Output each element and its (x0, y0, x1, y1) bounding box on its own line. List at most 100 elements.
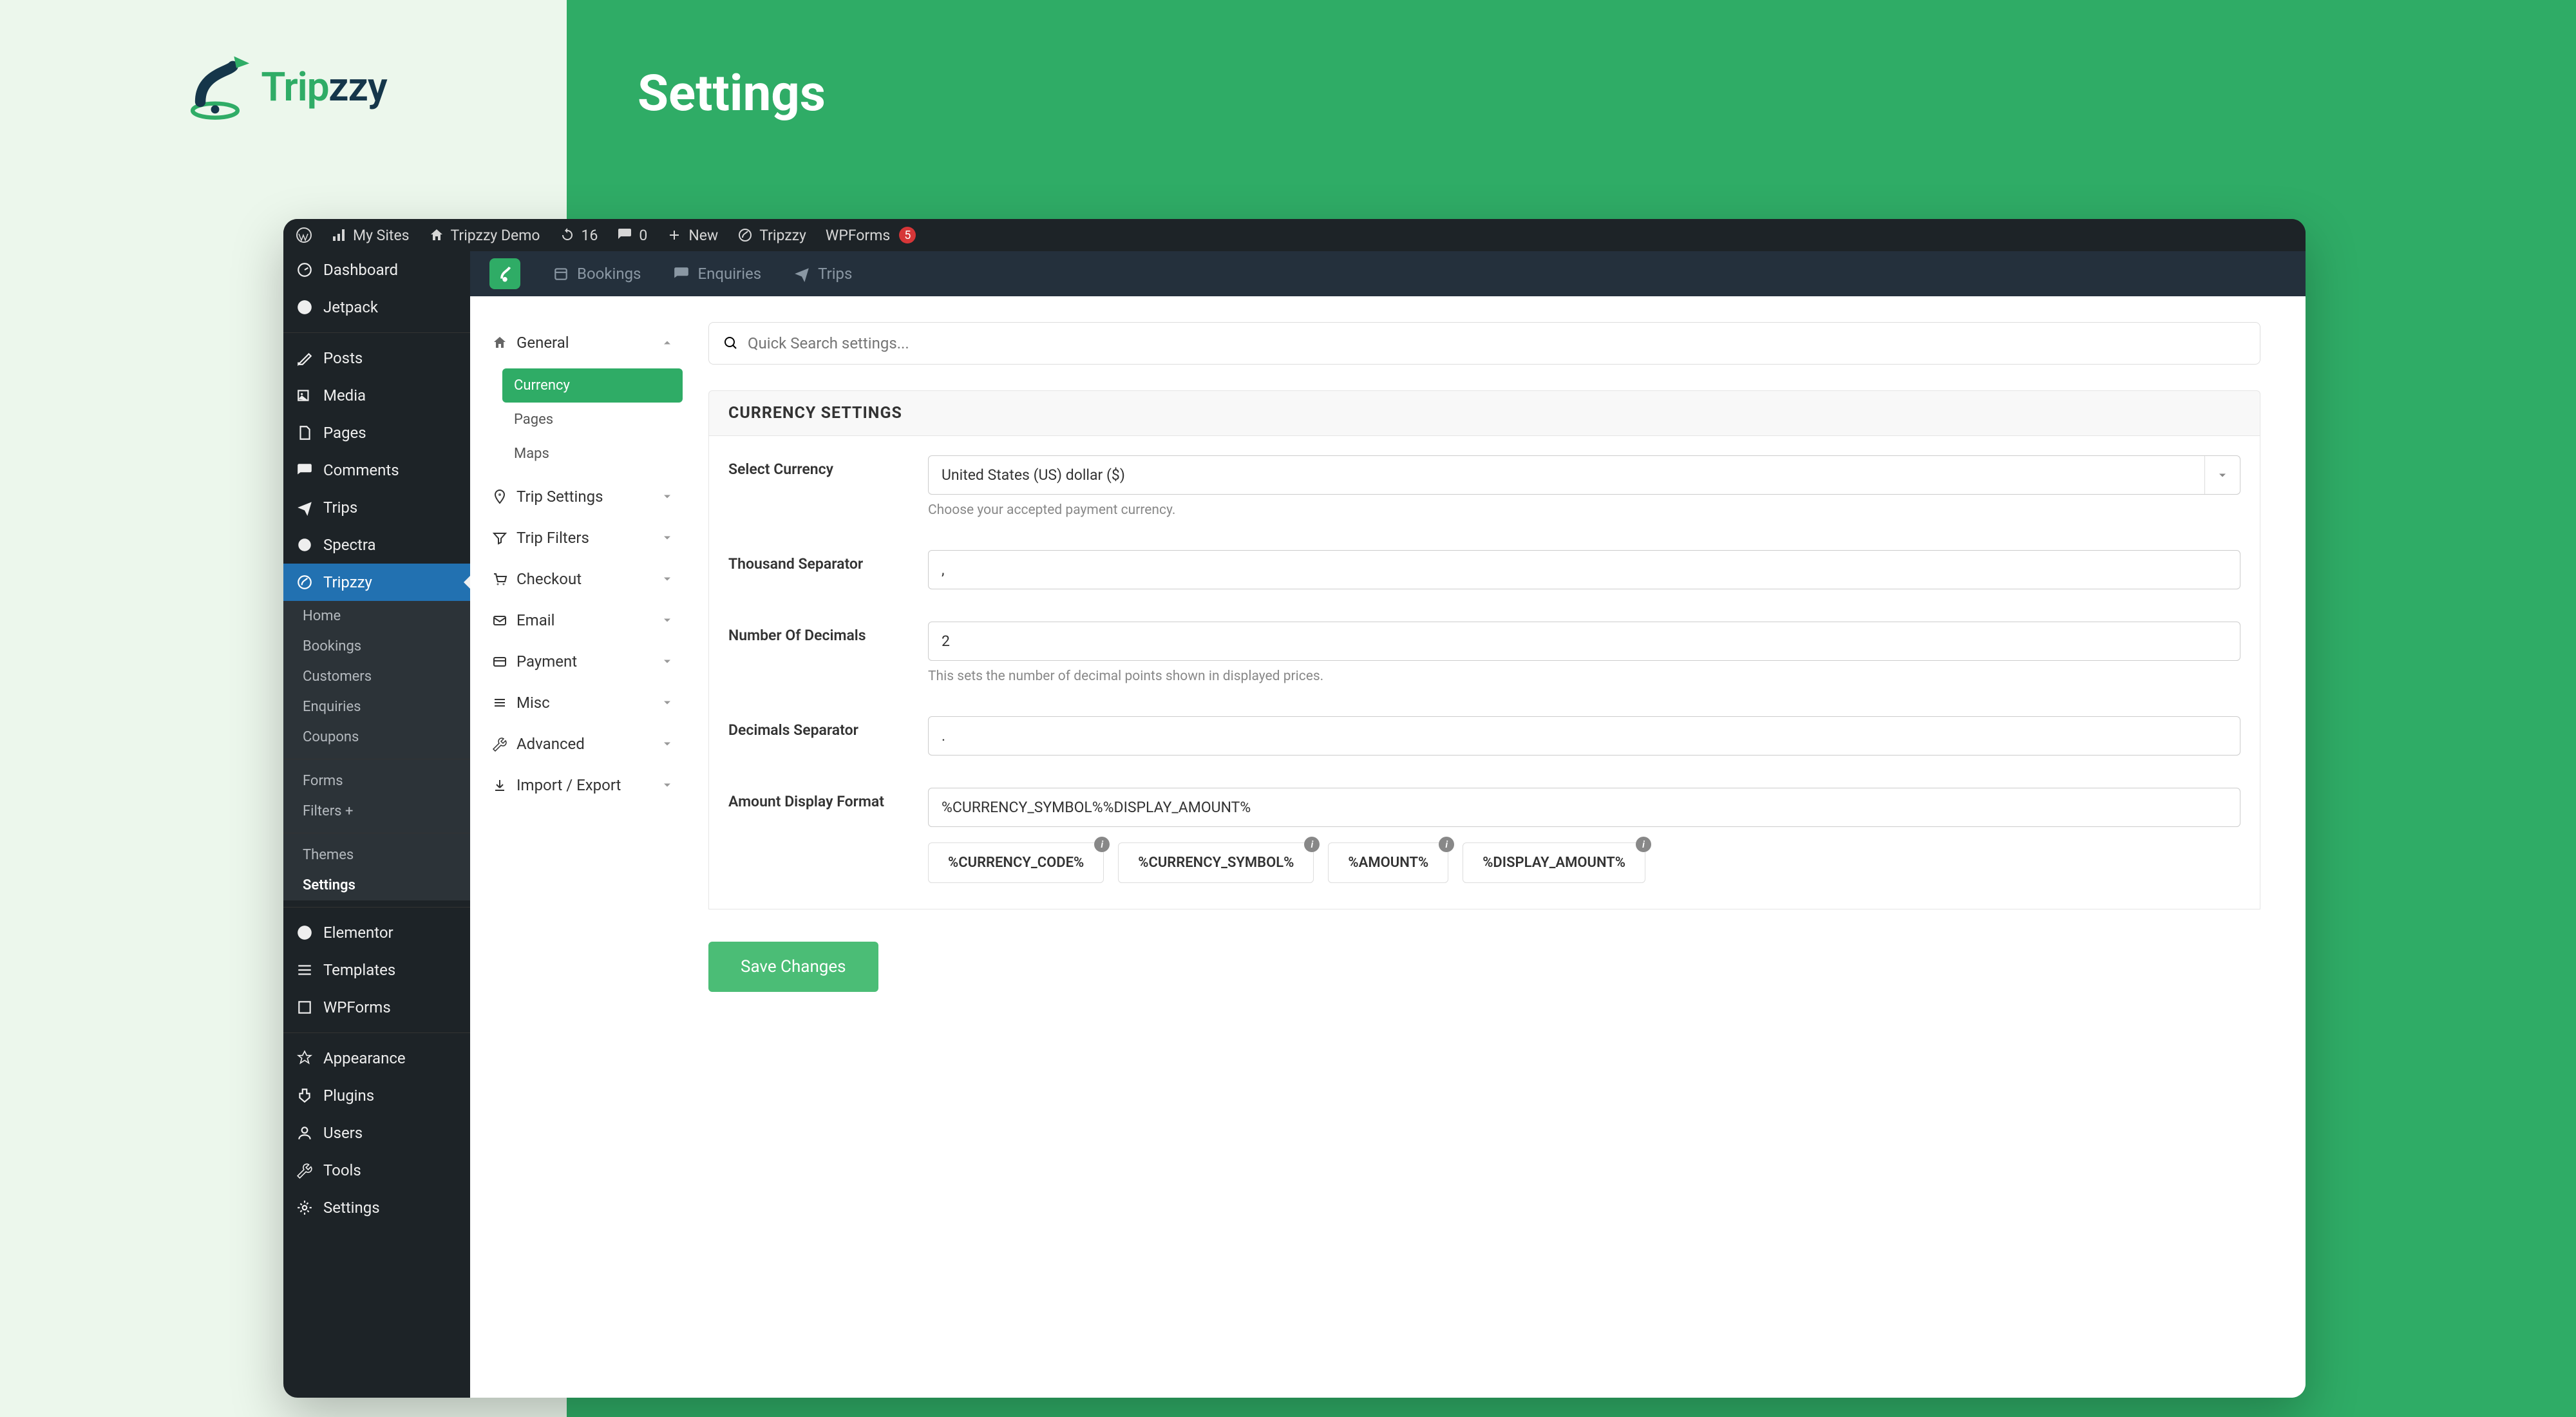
chevron-down-icon (661, 531, 674, 544)
sg-trip-settings[interactable]: Trip Settings (483, 476, 683, 517)
sidebar-item-elementor[interactable]: Elementor (283, 914, 470, 951)
decimals-hint: This sets the number of decimal points s… (928, 669, 2240, 684)
sidebar-item-templates[interactable]: Templates (283, 951, 470, 989)
right-band: Settings My Sites Tripzzy Demo 16 (567, 0, 2576, 1417)
page-title: Settings (638, 64, 2576, 123)
chevron-down-icon (661, 490, 674, 503)
chevron-down-icon (661, 696, 674, 709)
subitem-bookings[interactable]: Bookings (283, 631, 470, 661)
wpforms-badge: 5 (899, 227, 916, 243)
sg-checkout[interactable]: Checkout (483, 558, 683, 600)
chevron-down-icon (661, 655, 674, 668)
sidebar-item-users[interactable]: Users (283, 1114, 470, 1152)
tab-bookings[interactable]: Bookings (553, 265, 641, 283)
content-area: Bookings Enquiries Trips General Currenc… (470, 251, 2306, 1398)
save-button[interactable]: Save Changes (708, 942, 878, 992)
chevron-down-icon (661, 614, 674, 627)
sg-misc[interactable]: Misc (483, 682, 683, 723)
currency-select[interactable]: United States (US) dollar ($) (928, 455, 2240, 495)
subitem-settings[interactable]: Settings (283, 870, 470, 900)
settings-main: CURRENCY SETTINGS Select Currency United… (696, 296, 2306, 1398)
info-icon: i (1439, 837, 1454, 852)
sidebar-item-pages[interactable]: Pages (283, 414, 470, 452)
chevron-down-icon (2204, 456, 2240, 494)
sidebar-item-trips[interactable]: Trips (283, 489, 470, 526)
label-dec-sep: Decimals Separator (728, 716, 909, 756)
wp-logo-icon[interactable] (296, 227, 312, 243)
sidebar-item-posts[interactable]: Posts (283, 339, 470, 377)
brand-text: Tripzzy (261, 64, 386, 111)
subitem-themes[interactable]: Themes (283, 840, 470, 870)
section-body: Select Currency United States (US) dolla… (708, 436, 2260, 909)
sidebar-item-media[interactable]: Media (283, 377, 470, 414)
search-icon (723, 336, 739, 351)
sg-trip-filters[interactable]: Trip Filters (483, 517, 683, 558)
section-heading: CURRENCY SETTINGS (708, 390, 2260, 436)
subitem-coupons[interactable]: Coupons (283, 722, 470, 752)
chip-amount[interactable]: %AMOUNT%i (1328, 842, 1448, 883)
tab-trips[interactable]: Trips (793, 265, 852, 283)
format-chips: %CURRENCY_CODE%i %CURRENCY_SYMBOL%i %AMO… (928, 842, 2240, 883)
sidebar-item-settings2[interactable]: Settings (283, 1189, 470, 1226)
subitem-customers[interactable]: Customers (283, 661, 470, 692)
chevron-down-icon (661, 573, 674, 585)
sidebar-item-jetpack[interactable]: Jetpack (283, 289, 470, 326)
sg-sub-maps[interactable]: Maps (502, 437, 683, 471)
info-icon: i (1636, 837, 1651, 852)
chip-currency-symbol[interactable]: %CURRENCY_SYMBOL%i (1118, 842, 1314, 883)
thousand-input[interactable] (928, 550, 2240, 589)
sg-general[interactable]: General (483, 322, 683, 363)
format-input[interactable] (928, 788, 2240, 827)
my-sites-link[interactable]: My Sites (331, 227, 410, 244)
tab-enquiries[interactable]: Enquiries (673, 265, 761, 283)
sg-sub-pages[interactable]: Pages (502, 403, 683, 437)
sidebar-submenu: Home Bookings Customers Enquiries Coupon… (283, 601, 470, 900)
wp-sidebar: Dashboard Jetpack Posts Media Pages Comm… (283, 251, 470, 1398)
chevron-up-icon (661, 336, 674, 349)
currency-hint: Choose your accepted payment currency. (928, 502, 2240, 518)
sidebar-item-tools[interactable]: Tools (283, 1152, 470, 1189)
plugin-top-bar: Bookings Enquiries Trips (470, 251, 2306, 296)
new-link[interactable]: New (667, 227, 718, 244)
updates-link[interactable]: 16 (560, 227, 598, 244)
sidebar-item-comments[interactable]: Comments (283, 452, 470, 489)
sidebar-item-spectra[interactable]: Spectra (283, 526, 470, 564)
subitem-home[interactable]: Home (283, 601, 470, 631)
label-decimals: Number Of Decimals (728, 622, 909, 684)
chip-display-amount[interactable]: %DISPLAY_AMOUNT%i (1463, 842, 1645, 883)
site-name-link[interactable]: Tripzzy Demo (429, 227, 540, 244)
chevron-down-icon (661, 737, 674, 750)
wp-admin-bar: My Sites Tripzzy Demo 16 0 New (283, 219, 2306, 251)
sg-payment[interactable]: Payment (483, 641, 683, 682)
sidebar-item-wpforms[interactable]: WPForms (283, 989, 470, 1026)
settings-search[interactable] (708, 322, 2260, 365)
app-window: My Sites Tripzzy Demo 16 0 New (283, 219, 2306, 1398)
label-format: Amount Display Format (728, 788, 909, 883)
sg-email[interactable]: Email (483, 600, 683, 641)
sg-import-export[interactable]: Import / Export (483, 765, 683, 806)
label-thousand: Thousand Separator (728, 550, 909, 589)
subitem-filters[interactable]: Filters + (283, 796, 470, 826)
tripzzy-bar-link[interactable]: Tripzzy (737, 227, 806, 244)
chip-currency-code[interactable]: %CURRENCY_CODE%i (928, 842, 1104, 883)
dec-sep-input[interactable] (928, 716, 2240, 756)
sidebar-item-plugins[interactable]: Plugins (283, 1077, 470, 1114)
wpforms-bar-link[interactable]: WPForms 5 (826, 227, 916, 244)
info-icon: i (1304, 837, 1320, 852)
search-input[interactable] (748, 334, 2246, 352)
sidebar-item-appearance[interactable]: Appearance (283, 1040, 470, 1077)
plugin-logo-icon[interactable] (489, 258, 520, 289)
sg-advanced[interactable]: Advanced (483, 723, 683, 765)
sidebar-item-dashboard[interactable]: Dashboard (283, 251, 470, 289)
brand-mark-icon (180, 52, 251, 122)
subitem-forms[interactable]: Forms (283, 766, 470, 796)
subitem-enquiries[interactable]: Enquiries (283, 692, 470, 722)
sg-sub-currency[interactable]: Currency (502, 368, 683, 403)
decimals-input[interactable] (928, 622, 2240, 661)
info-icon: i (1094, 837, 1110, 852)
settings-sidebar: General Currency Pages Maps Trip Setting… (470, 296, 696, 1398)
sidebar-item-tripzzy[interactable]: Tripzzy (283, 564, 470, 601)
chevron-down-icon (661, 779, 674, 792)
label-currency: Select Currency (728, 455, 909, 518)
comments-link[interactable]: 0 (617, 227, 647, 244)
